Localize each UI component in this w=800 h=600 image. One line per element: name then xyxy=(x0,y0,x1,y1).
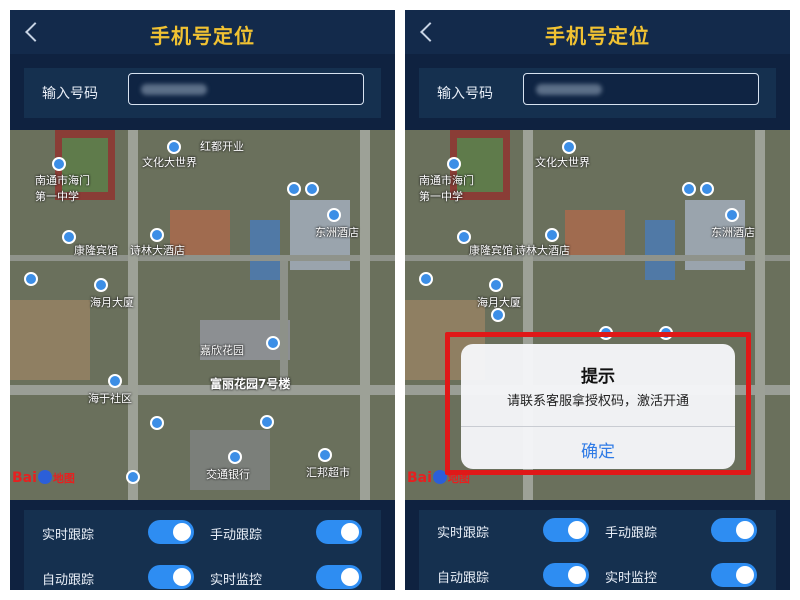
auto-tracking-toggle[interactable] xyxy=(148,565,194,589)
map-pin-icon[interactable] xyxy=(94,278,108,292)
nav-bar: 手机号定位 xyxy=(10,10,395,54)
map-label-shilin: 诗林大酒店 xyxy=(130,244,185,257)
phone-number-input[interactable] xyxy=(523,73,759,105)
map-label-bank: 交通银行 xyxy=(206,468,250,481)
control-label-realtime-monitoring: 实时监控 xyxy=(605,571,658,586)
control-label-auto-tracking: 自动跟踪 xyxy=(42,573,95,588)
confirm-button[interactable]: 确定 xyxy=(461,437,735,462)
map-label-kanglong: 康隆宾馆 xyxy=(74,244,118,257)
map-label-kanglong: 康隆宾馆 xyxy=(469,244,513,257)
map-pin-icon[interactable] xyxy=(126,470,140,484)
map-label-school: 南通市海门 第一中学 xyxy=(419,174,474,203)
blurred-number xyxy=(141,84,207,95)
map-pin-icon[interactable] xyxy=(150,228,164,242)
nav-bar: 手机号定位 xyxy=(405,10,790,54)
map-label-school: 南通市海门 第一中学 xyxy=(35,174,90,203)
phone-screen-left: 手机号定位 输入号码 南通市海门 第一中学 文化大世界 红都开业 东洲酒店 诗林… xyxy=(10,10,395,590)
map-pin-icon[interactable] xyxy=(108,374,122,388)
map-pin-icon[interactable] xyxy=(52,157,66,171)
control-label-auto-tracking: 自动跟踪 xyxy=(437,571,490,586)
manual-tracking-toggle[interactable] xyxy=(316,520,362,544)
map-pin-icon[interactable] xyxy=(167,140,181,154)
phone-number-row: 输入号码 xyxy=(24,68,381,118)
phone-screen-right: 手机号定位 输入号码 南通市海门 第一中学 文化大世界 东洲酒店 诗林大酒店 康… xyxy=(405,10,790,590)
realtime-monitoring-toggle[interactable] xyxy=(316,565,362,589)
page-title: 手机号定位 xyxy=(545,24,650,48)
map-label-hongdu: 红都开业 xyxy=(200,140,244,153)
map-label-shilin: 诗林大酒店 xyxy=(515,244,570,257)
map-pin-icon[interactable] xyxy=(562,140,576,154)
dialog-title: 提示 xyxy=(581,367,615,387)
baidu-map-logo: Bai 地图 xyxy=(12,470,75,486)
baidu-paw-icon xyxy=(37,470,52,484)
map-pin-icon[interactable] xyxy=(260,415,274,429)
map-pin-icon[interactable] xyxy=(266,336,280,350)
control-label-realtime-monitoring: 实时监控 xyxy=(210,573,263,588)
manual-tracking-toggle[interactable] xyxy=(711,518,757,542)
tracking-controls: 实时跟踪 手动跟踪 自动跟踪 实时监控 xyxy=(419,510,776,590)
map-pin-icon[interactable] xyxy=(682,182,696,196)
map-label-jiaxin: 嘉欣花园 xyxy=(200,344,244,357)
blurred-number xyxy=(536,84,602,95)
control-label-manual-tracking: 手动跟踪 xyxy=(210,528,263,543)
satellite-map[interactable]: 南通市海门 第一中学 文化大世界 红都开业 东洲酒店 诗林大酒店 康隆宾馆 海月… xyxy=(10,130,395,500)
map-label-shop: 汇邦超市 xyxy=(306,466,350,479)
map-pin-icon[interactable] xyxy=(327,208,341,222)
realtime-tracking-toggle[interactable] xyxy=(148,520,194,544)
map-label-dongzhou: 东洲酒店 xyxy=(711,226,755,239)
map-pin-icon[interactable] xyxy=(228,450,242,464)
map-pin-icon[interactable] xyxy=(150,416,164,430)
input-label: 输入号码 xyxy=(437,86,493,102)
map-label-wenhua: 文化大世界 xyxy=(535,156,590,169)
map-pin-icon[interactable] xyxy=(447,157,461,171)
input-label: 输入号码 xyxy=(42,86,98,102)
map-pin-icon[interactable] xyxy=(491,308,505,322)
map-pin-icon[interactable] xyxy=(305,182,319,196)
tracking-controls: 实时跟踪 手动跟踪 自动跟踪 实时监控 xyxy=(24,510,381,590)
map-pin-icon[interactable] xyxy=(545,228,559,242)
map-label-dongzhou: 东洲酒店 xyxy=(315,226,359,239)
map-pin-icon[interactable] xyxy=(24,272,38,286)
phone-number-input[interactable] xyxy=(128,73,364,105)
realtime-monitoring-toggle[interactable] xyxy=(711,563,757,587)
control-label-realtime-tracking: 实时跟踪 xyxy=(42,528,95,543)
map-pin-icon[interactable] xyxy=(419,272,433,286)
auto-tracking-toggle[interactable] xyxy=(543,563,589,587)
map-pin-icon[interactable] xyxy=(318,448,332,462)
map-pin-icon[interactable] xyxy=(725,208,739,222)
dialog-message: 请联系客服拿授权码，激活开通 xyxy=(506,394,689,409)
map-label-haiyu: 海于社区 xyxy=(88,392,132,405)
alert-dialog: 提示 请联系客服拿授权码，激活开通 确定 xyxy=(461,344,735,469)
control-label-realtime-tracking: 实时跟踪 xyxy=(437,526,490,541)
page-title: 手机号定位 xyxy=(150,24,255,48)
control-label-manual-tracking: 手动跟踪 xyxy=(605,526,658,541)
phone-number-row: 输入号码 xyxy=(419,68,776,118)
map-pin-icon[interactable] xyxy=(489,278,503,292)
map-pin-icon[interactable] xyxy=(287,182,301,196)
map-label-garden7: 富丽花园7号楼 xyxy=(210,377,291,391)
map-label-hengyue: 海月大厦 xyxy=(90,296,134,309)
realtime-tracking-toggle[interactable] xyxy=(543,518,589,542)
map-pin-icon[interactable] xyxy=(700,182,714,196)
map-label-wenhua: 文化大世界 xyxy=(142,156,197,169)
dialog-divider xyxy=(461,426,735,427)
